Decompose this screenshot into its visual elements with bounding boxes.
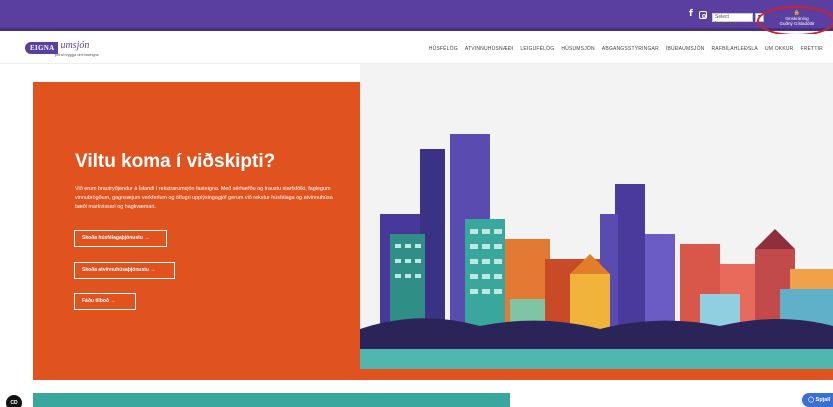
next-section-teal — [33, 393, 510, 407]
nav-item-husfelog[interactable]: HÚSFÉLÖG — [429, 46, 458, 52]
logo[interactable]: EIGNA umsjón þitt að tryggja virði faste… — [25, 40, 99, 58]
login-user: Guðný Gísladóttir — [779, 21, 815, 26]
nav-item-husumsjon[interactable]: HÚSUMSJÓN — [561, 46, 594, 52]
city-illustration — [360, 134, 833, 380]
top-bar: f Select Language ▾ 🔒 Innskráning Guðný … — [0, 0, 833, 31]
husfelag-service-button[interactable]: Skoða húsfélagaþjónustu → — [74, 230, 167, 247]
nav-item-frettir[interactable]: FRÉTTIR — [800, 46, 823, 52]
hero-description: Við erum brautryðjendur á Íslandi í reks… — [75, 186, 333, 210]
instagram-icon[interactable] — [699, 11, 707, 19]
site-header: EIGNA umsjón þitt að tryggja virði faste… — [0, 34, 833, 64]
nav-item-ibudaumsjon[interactable]: ÍBÚÐAUMSJÓN — [666, 46, 705, 52]
login-link[interactable]: 🔒 Innskráning Guðný Gísladóttir — [766, 11, 828, 30]
main-nav: HÚSFÉLÖG ATVINNUHÚSNÆÐI LEIGUFÉLÖG HÚSUM… — [429, 46, 823, 52]
logo-script: umsjón — [60, 40, 90, 51]
chat-button[interactable]: ◯ Spjall — [802, 393, 833, 407]
logo-brand: EIGNA — [25, 42, 59, 54]
get-quote-button[interactable]: Fáðu tilboð → — [74, 293, 136, 310]
nav-item-atvinnuhusnaedi[interactable]: ATVINNUHÚSNÆÐI — [465, 46, 514, 52]
chevron-down-icon[interactable]: ▾ — [755, 13, 764, 22]
nav-item-um-okkur[interactable]: UM OKKUR — [765, 46, 794, 52]
language-select[interactable]: Select Language — [712, 13, 753, 27]
logo-tagline: þitt að tryggja virði fasteigna — [55, 53, 99, 57]
next-section-white — [510, 393, 833, 407]
nav-item-rafbilahledsla[interactable]: RAFBÍLAHLEÐSLA — [712, 46, 758, 52]
atvinnuhus-service-button[interactable]: Skoða atvinnuhúsaþjónustu → — [74, 262, 175, 279]
hero-panel: Viltu koma í viðskipti? Við erum brautry… — [33, 82, 360, 380]
nav-item-adgangsstyringar[interactable]: ABGANGSSTÝRINGAR — [602, 46, 659, 52]
hero-title: Viltu koma í viðskipti? — [75, 151, 276, 172]
nav-item-leigufelog[interactable]: LEIGUFÉLÖG — [520, 46, 554, 52]
facebook-icon[interactable]: f — [689, 9, 693, 19]
cookie-settings-button[interactable]: CD — [6, 395, 22, 407]
